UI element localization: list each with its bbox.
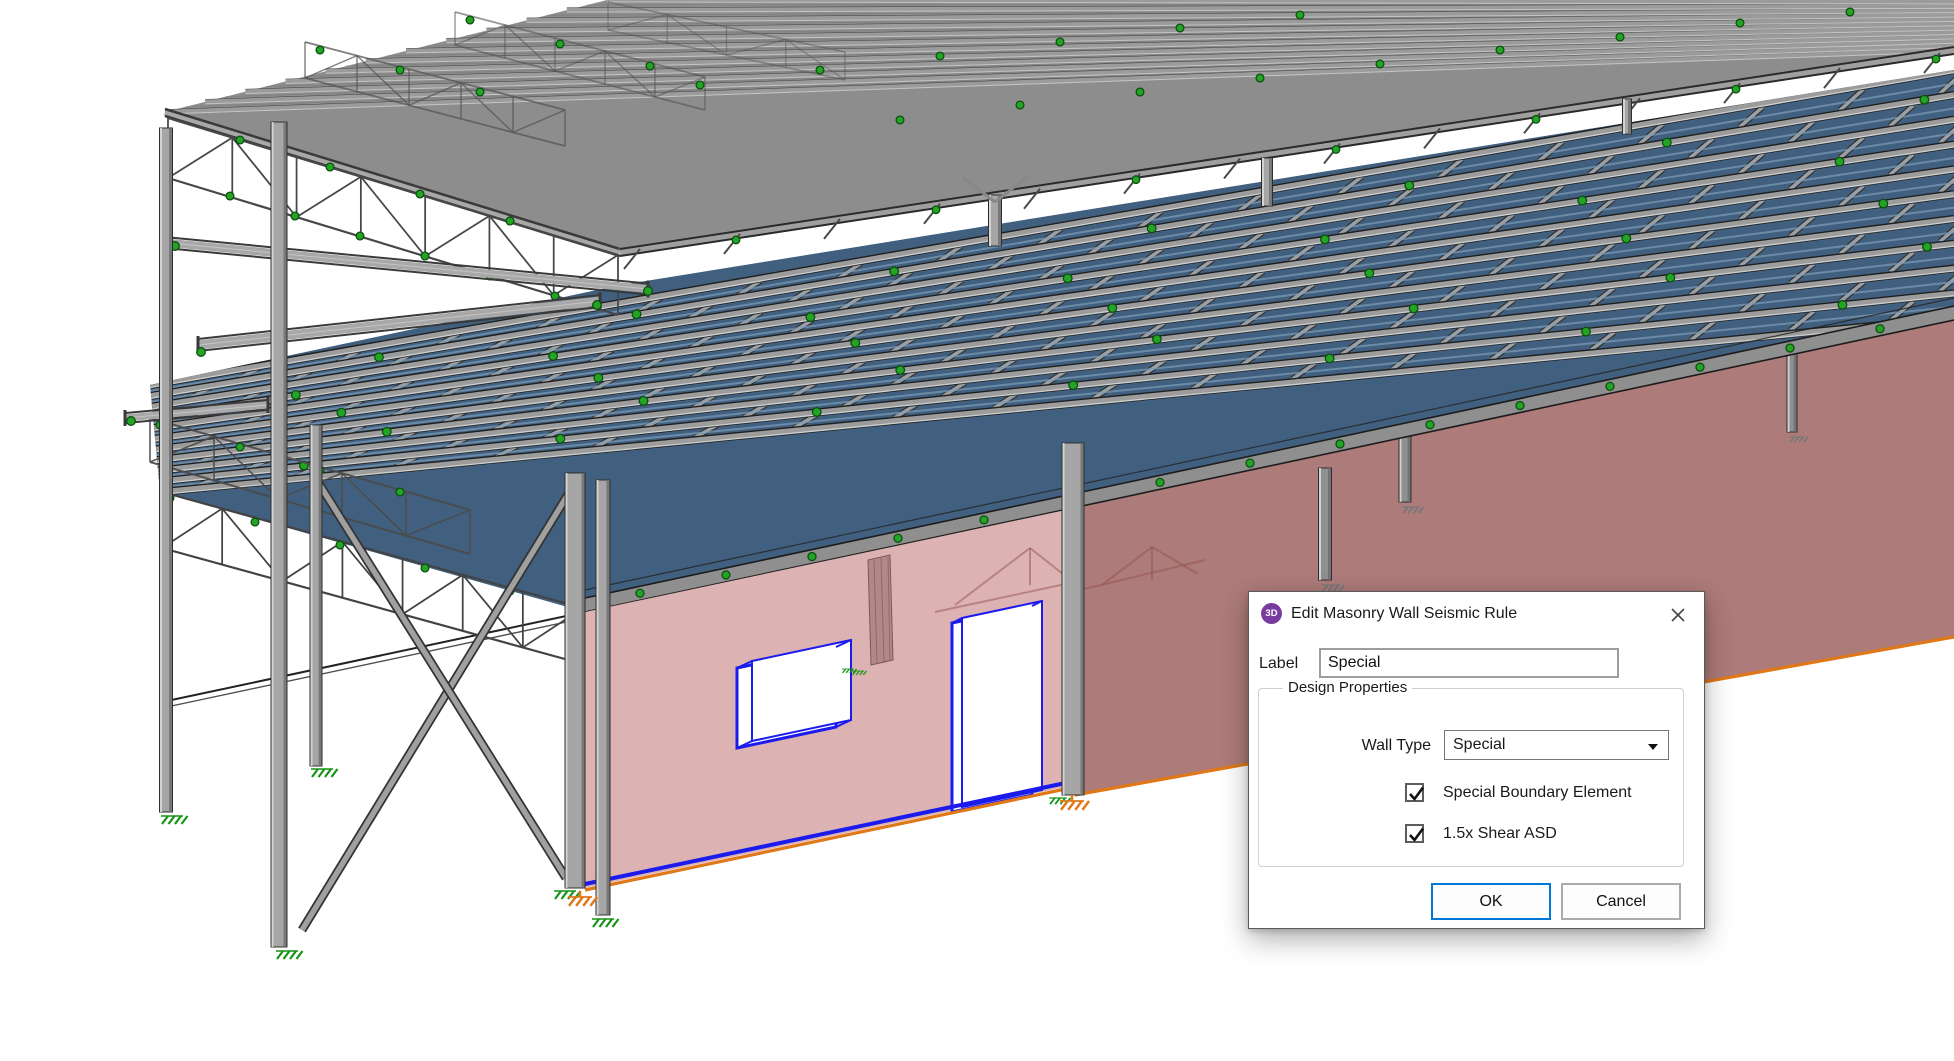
checkmark-icon: [1406, 783, 1427, 804]
shear-asd-checkbox[interactable]: [1405, 824, 1424, 843]
edit-masonry-wall-seismic-rule-dialog: 3D Edit Masonry Wall Seismic Rule Label …: [1248, 591, 1705, 929]
ok-button[interactable]: OK: [1431, 883, 1551, 920]
app-3d-icon: 3D: [1261, 603, 1282, 624]
chevron-down-icon: [1648, 744, 1658, 750]
app-window: 3D Edit Masonry Wall Seismic Rule Label …: [0, 0, 1954, 1061]
cancel-button[interactable]: Cancel: [1561, 883, 1681, 920]
shear-asd-label: 1.5x Shear ASD: [1443, 825, 1557, 843]
wall-type-dropdown[interactable]: Special: [1444, 730, 1669, 760]
group-legend: Design Properties: [1283, 679, 1412, 696]
wall-type-value: Special: [1453, 736, 1505, 754]
label-field-caption: Label: [1259, 655, 1298, 673]
dialog-title: Edit Masonry Wall Seismic Rule: [1291, 605, 1517, 623]
special-boundary-element-checkbox[interactable]: [1405, 783, 1424, 802]
wall-type-caption: Wall Type: [1299, 737, 1431, 755]
label-input[interactable]: [1319, 648, 1619, 678]
checkmark-icon: [1406, 824, 1427, 845]
special-boundary-element-label: Special Boundary Element: [1443, 784, 1632, 802]
dialog-titlebar[interactable]: 3D Edit Masonry Wall Seismic Rule: [1249, 592, 1704, 636]
design-properties-group: Design Properties Wall Type Special Spec…: [1258, 688, 1684, 867]
close-icon[interactable]: [1666, 604, 1690, 626]
